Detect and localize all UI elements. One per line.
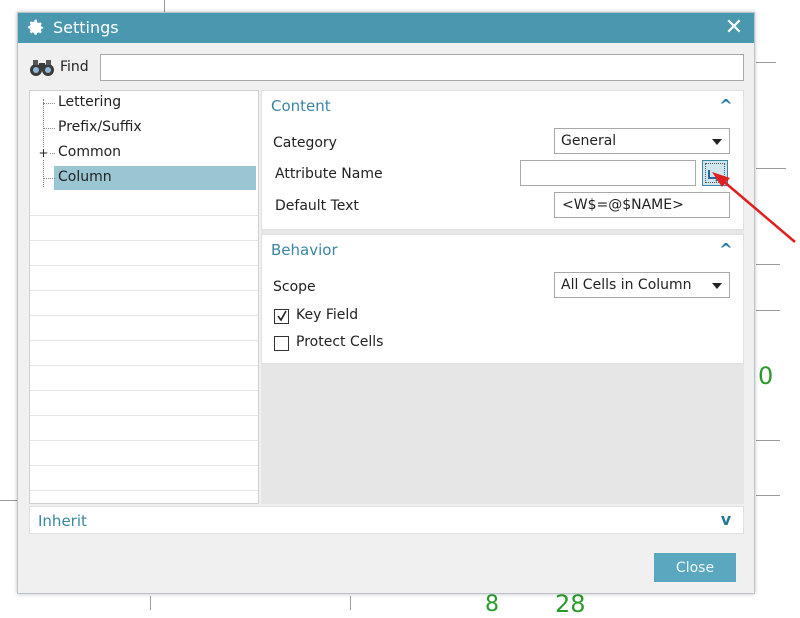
tree-connector-line — [43, 178, 55, 179]
tree-row-empty — [30, 216, 258, 241]
tree-row-empty — [30, 316, 258, 341]
tree-row-empty — [30, 341, 258, 366]
background-line — [756, 62, 776, 63]
close-icon[interactable]: ✕ — [722, 15, 746, 41]
tree-row-empty — [30, 391, 258, 416]
category-label: Category — [273, 135, 337, 151]
content-panel: Content ^ Category General Attribute Nam… — [261, 90, 744, 230]
attribute-name-label: Attribute Name — [275, 166, 383, 182]
background-line — [756, 440, 780, 441]
settings-dialog: Settings ✕ Find Lettering Prefix/Suffix … — [17, 12, 755, 594]
background-line — [0, 500, 17, 501]
content-panel-title: Content — [271, 97, 331, 115]
dialog-title: Settings — [53, 18, 119, 37]
tree-row-empty — [30, 241, 258, 266]
protect-cells-checkbox[interactable] — [274, 336, 289, 351]
tree-item-label: Column — [58, 169, 112, 185]
inherit-panel-title: Inherit — [38, 512, 87, 530]
find-label: Find — [60, 59, 89, 75]
expand-chevron-icon[interactable]: v — [715, 509, 737, 531]
collapse-chevron-icon[interactable]: ^ — [715, 239, 737, 261]
scope-selected-value: All Cells in Column — [561, 277, 692, 293]
expand-icon[interactable]: + — [38, 147, 49, 159]
tree-row-empty — [30, 291, 258, 316]
scope-label: Scope — [273, 279, 316, 295]
tree-connector-line — [43, 103, 55, 104]
tree-item-label: Common — [58, 144, 122, 160]
settings-panels: Content ^ Category General Attribute Nam… — [261, 90, 744, 504]
tree-connector-line — [43, 128, 55, 129]
gear-icon — [28, 19, 44, 35]
background-glyph: 0 — [758, 362, 774, 390]
background-line — [756, 310, 780, 311]
tree-item-label: Lettering — [58, 94, 122, 110]
background-glyph: 8 — [485, 592, 499, 617]
tree-row-empty — [30, 416, 258, 441]
inherit-panel[interactable]: Inherit v — [29, 506, 744, 534]
tree-item-lettering[interactable]: Lettering — [30, 91, 258, 116]
key-field-checkbox[interactable] — [274, 309, 289, 324]
collapse-chevron-icon[interactable]: ^ — [715, 95, 737, 117]
category-selected-value: General — [561, 133, 617, 149]
background-line — [756, 264, 780, 265]
find-input[interactable] — [100, 54, 744, 81]
behavior-panel: Behavior ^ Scope All Cells in Column Key… — [261, 234, 744, 364]
default-text-input[interactable] — [554, 192, 730, 218]
protect-cells-label[interactable]: Protect Cells — [296, 334, 383, 350]
tree-row-empty — [30, 441, 258, 466]
scope-select[interactable]: All Cells in Column — [554, 272, 730, 298]
key-field-label[interactable]: Key Field — [296, 307, 358, 323]
background-line — [164, 0, 165, 12]
binoculars-icon — [30, 60, 54, 76]
close-button[interactable]: Close — [654, 553, 736, 582]
attribute-picker-button[interactable] — [702, 160, 728, 186]
tree-row-empty — [30, 366, 258, 391]
background-line — [756, 495, 780, 496]
attribute-name-input[interactable] — [520, 160, 696, 186]
behavior-panel-title: Behavior — [271, 241, 338, 259]
tree-item-common[interactable]: + Common — [30, 141, 258, 166]
chevron-down-icon — [712, 139, 722, 145]
title-bar[interactable]: Settings ✕ — [18, 13, 754, 43]
checkmark-icon — [277, 310, 287, 322]
tree-item-label: Prefix/Suffix — [58, 119, 142, 135]
attribute-picker-icon — [708, 170, 721, 182]
default-text-label: Default Text — [275, 198, 359, 214]
chevron-down-icon — [712, 283, 722, 289]
background-line — [350, 596, 351, 610]
category-tree: Lettering Prefix/Suffix + Common Column — [29, 90, 259, 504]
category-select[interactable]: General — [554, 128, 730, 154]
background-line — [150, 596, 151, 610]
tree-item-column[interactable]: Column — [30, 166, 258, 191]
tree-row-empty — [30, 466, 258, 491]
background-line — [756, 168, 786, 169]
tree-row-empty — [30, 266, 258, 291]
tree-item-prefix-suffix[interactable]: Prefix/Suffix — [30, 116, 258, 141]
tree-row-empty — [30, 191, 258, 216]
